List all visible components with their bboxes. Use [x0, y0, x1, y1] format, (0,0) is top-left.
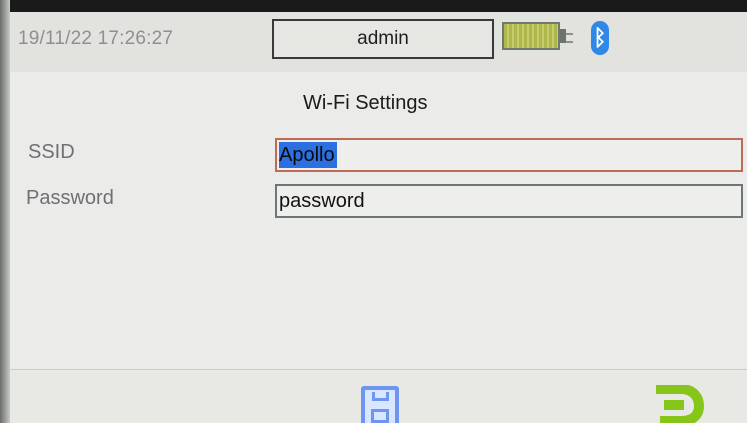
save-icon[interactable]	[361, 386, 399, 423]
screen-bezel-top	[0, 0, 747, 12]
back-icon[interactable]	[650, 385, 704, 423]
screen-bezel-left	[0, 0, 10, 423]
charging-plug-icon	[566, 33, 573, 43]
battery-icon	[502, 22, 560, 50]
page-title: Wi-Fi Settings	[303, 92, 428, 114]
password-label: Password	[26, 187, 114, 209]
password-value: password	[279, 189, 365, 212]
ssid-label: SSID	[28, 141, 75, 163]
ssid-input[interactable]: Apollo	[275, 138, 743, 172]
bluetooth-icon[interactable]: ᛒ	[591, 21, 609, 55]
password-input[interactable]: password	[275, 184, 743, 218]
ssid-value: Apollo	[279, 142, 337, 168]
device-screen: 19/11/22 17:26:27 admin ᛒ Wi-Fi Settings…	[0, 0, 747, 423]
current-user-box[interactable]: admin	[272, 19, 494, 59]
datetime-display: 19/11/22 17:26:27	[18, 28, 174, 49]
